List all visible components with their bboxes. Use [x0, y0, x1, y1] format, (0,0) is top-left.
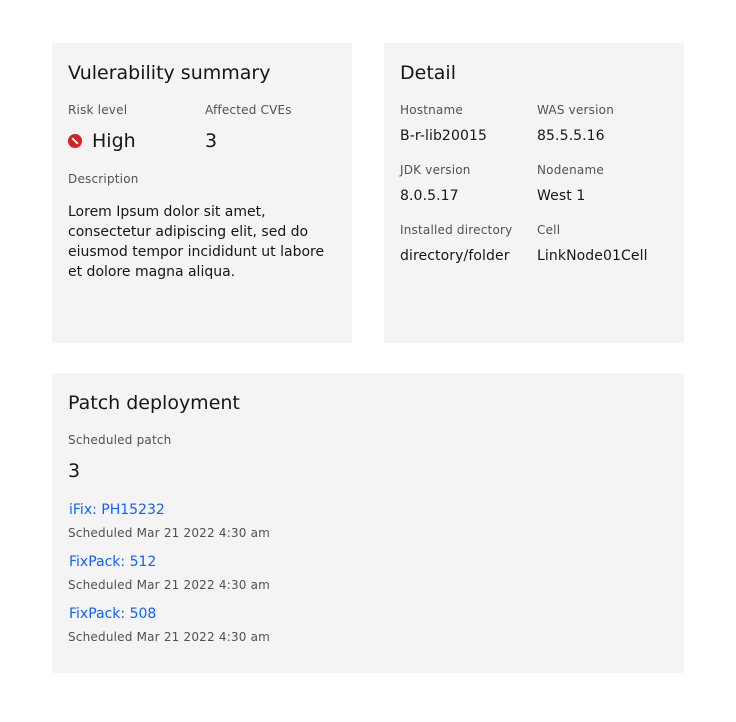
nodename-value: West 1 [537, 188, 586, 204]
affected-cves-label: Affected CVEs [205, 103, 292, 117]
scheduled-patch-count: 3 [68, 460, 81, 482]
patch-schedule-text: Scheduled Mar 21 2022 4:30 am [68, 526, 271, 540]
hostname-label: Hostname [400, 103, 463, 117]
scheduled-patch-label: Scheduled patch [68, 433, 172, 447]
patch-schedule-text: Scheduled Mar 21 2022 4:30 am [68, 630, 271, 644]
nodename-label: Nodename [537, 163, 604, 177]
blocked-icon [68, 134, 82, 148]
patch-link-ifix-ph15232[interactable]: iFix: PH15232 [69, 500, 165, 520]
risk-level-value: High [68, 129, 136, 153]
installed-directory-value: directory/folder [400, 248, 510, 264]
risk-level-label: Risk level [68, 103, 128, 117]
description-label: Description [68, 172, 139, 186]
description-text: Lorem Ipsum dolor sit amet, consectetur … [68, 204, 325, 280]
cell-value: LinkNode01Cell [537, 248, 648, 264]
jdk-version-value: 8.0.5.17 [400, 188, 459, 204]
was-version-label: WAS version [537, 103, 615, 117]
cell-label: Cell [537, 223, 561, 237]
jdk-version-label: JDK version [400, 163, 471, 177]
patch-schedule-text: Scheduled Mar 21 2022 4:30 am [68, 578, 271, 592]
installed-directory-label: Installed directory [400, 223, 513, 237]
hostname-value: B-r-lib20015 [400, 128, 487, 144]
was-version-value: 85.5.5.16 [537, 128, 605, 144]
patch-deployment-card: Patch deployment Scheduled patch 3 iFix:… [52, 373, 684, 673]
patch-link-fixpack-512[interactable]: FixPack: 512 [69, 552, 156, 572]
detail-title: Detail [400, 62, 456, 84]
detail-card: Detail Hostname B-r-lib20015 WAS version… [384, 43, 684, 343]
risk-level-text: High [92, 130, 136, 152]
affected-cves-value: 3 [205, 130, 218, 152]
vulnerability-summary-card: Vulerability summary Risk level High Aff… [52, 43, 352, 343]
vulnerability-summary-title: Vulerability summary [68, 62, 271, 84]
patch-deployment-title: Patch deployment [68, 392, 240, 414]
patch-link-fixpack-508[interactable]: FixPack: 508 [69, 604, 156, 624]
